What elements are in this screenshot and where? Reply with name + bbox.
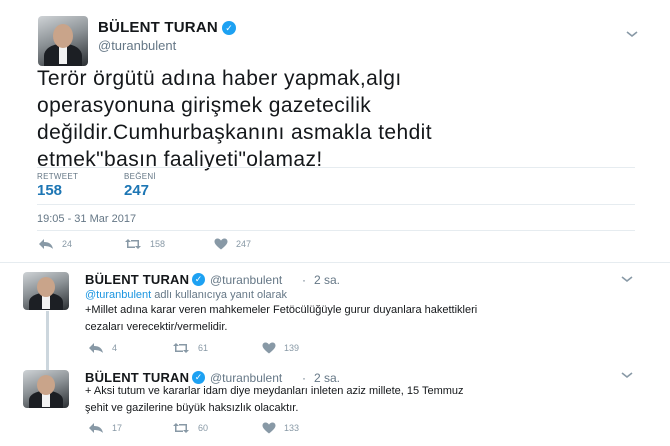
reply-button[interactable]: 4 bbox=[88, 342, 117, 354]
like-button[interactable]: 247 bbox=[214, 238, 251, 250]
tweet-text: Terör örgütü adına haber yapmak,algı ope… bbox=[37, 65, 647, 173]
like-count: 247 bbox=[236, 239, 252, 249]
reply-text-line: şehit ve gazilerine büyük haksızlık olac… bbox=[85, 402, 299, 414]
like-button[interactable]: 139 bbox=[262, 342, 299, 354]
reply-count: 17 bbox=[112, 423, 123, 433]
like-button[interactable]: 133 bbox=[262, 422, 299, 434]
retweet-stat-label[interactable]: RETWEET bbox=[37, 172, 78, 181]
heart-icon bbox=[262, 342, 276, 354]
like-stat-value[interactable]: 247 bbox=[124, 182, 149, 199]
author-handle[interactable]: @turanbulent bbox=[98, 38, 176, 53]
tweet-text-line: değildir.Cumhurbaşkanını asmakla tehdit bbox=[37, 121, 432, 144]
chevron-down-icon[interactable] bbox=[625, 27, 639, 42]
retweet-icon bbox=[173, 423, 189, 433]
retweet-count: 60 bbox=[198, 423, 209, 433]
reply-to-text: adlı kullanıcıya yanıt olarak bbox=[151, 289, 287, 301]
retweet-button[interactable]: 158 bbox=[124, 238, 165, 250]
reply-count: 24 bbox=[62, 239, 73, 249]
reply-icon bbox=[89, 343, 103, 353]
avatar[interactable] bbox=[38, 16, 88, 66]
retweet-count: 158 bbox=[150, 239, 166, 249]
reply-button[interactable]: 24 bbox=[38, 238, 72, 250]
like-stat-label[interactable]: BEĞENİ bbox=[124, 172, 156, 181]
tweet-time[interactable]: 2 sa. bbox=[314, 273, 340, 287]
heart-icon bbox=[262, 422, 276, 434]
reply-text-line: + Aksi tutum ve kararlar idam diye meyda… bbox=[85, 385, 464, 397]
chevron-down-icon[interactable] bbox=[620, 272, 634, 287]
like-count: 139 bbox=[284, 343, 300, 353]
separator-dot: · bbox=[302, 273, 306, 287]
tweet-text-line: operasyonuna girişmek gazetecilik bbox=[37, 94, 372, 117]
reply-text: +Millet adına karar veren mahkemeler Fet… bbox=[85, 302, 645, 336]
divider bbox=[37, 167, 635, 168]
verified-badge-icon: ✓ bbox=[192, 273, 205, 286]
reply-text-line: +Millet adına karar veren mahkemeler Fet… bbox=[85, 304, 478, 316]
like-count: 133 bbox=[284, 423, 300, 433]
retweet-stat-value[interactable]: 158 bbox=[37, 182, 62, 199]
reply-to-link[interactable]: @turanbulent bbox=[85, 289, 151, 301]
divider bbox=[0, 262, 670, 263]
tweet-timestamp[interactable]: 19:05 - 31 Mar 2017 bbox=[37, 213, 136, 225]
retweet-button[interactable]: 61 bbox=[172, 342, 208, 354]
verified-badge-icon: ✓ bbox=[222, 21, 236, 35]
author-name[interactable]: BÜLENT TURAN bbox=[98, 19, 218, 36]
avatar[interactable] bbox=[23, 370, 69, 408]
tweet-text-line: etmek"basın faaliyeti"olamaz! bbox=[37, 148, 323, 171]
heart-icon bbox=[214, 238, 228, 250]
thread-connector bbox=[46, 311, 49, 371]
reply-button[interactable]: 17 bbox=[88, 422, 122, 434]
reply-text: + Aksi tutum ve kararlar idam diye meyda… bbox=[85, 383, 645, 417]
retweet-count: 61 bbox=[198, 343, 209, 353]
chevron-down-icon[interactable] bbox=[620, 368, 634, 383]
reply-icon bbox=[89, 423, 103, 433]
author-handle[interactable]: @turanbulent bbox=[210, 273, 282, 287]
author-name[interactable]: BÜLENT TURAN bbox=[85, 272, 189, 287]
reply-text-line: cezaları verecektir/vermelidir. bbox=[85, 321, 228, 333]
avatar[interactable] bbox=[23, 272, 69, 310]
divider bbox=[37, 230, 635, 231]
reply-icon bbox=[39, 239, 53, 249]
divider bbox=[37, 204, 635, 205]
retweet-icon bbox=[173, 343, 189, 353]
retweet-icon bbox=[125, 239, 141, 249]
tweet-text-line: Terör örgütü adına haber yapmak,algı bbox=[37, 67, 402, 90]
retweet-button[interactable]: 60 bbox=[172, 422, 208, 434]
reply-to-context: @turanbulent adlı kullanıcıya yanıt olar… bbox=[85, 289, 287, 301]
reply-count: 4 bbox=[112, 343, 118, 353]
